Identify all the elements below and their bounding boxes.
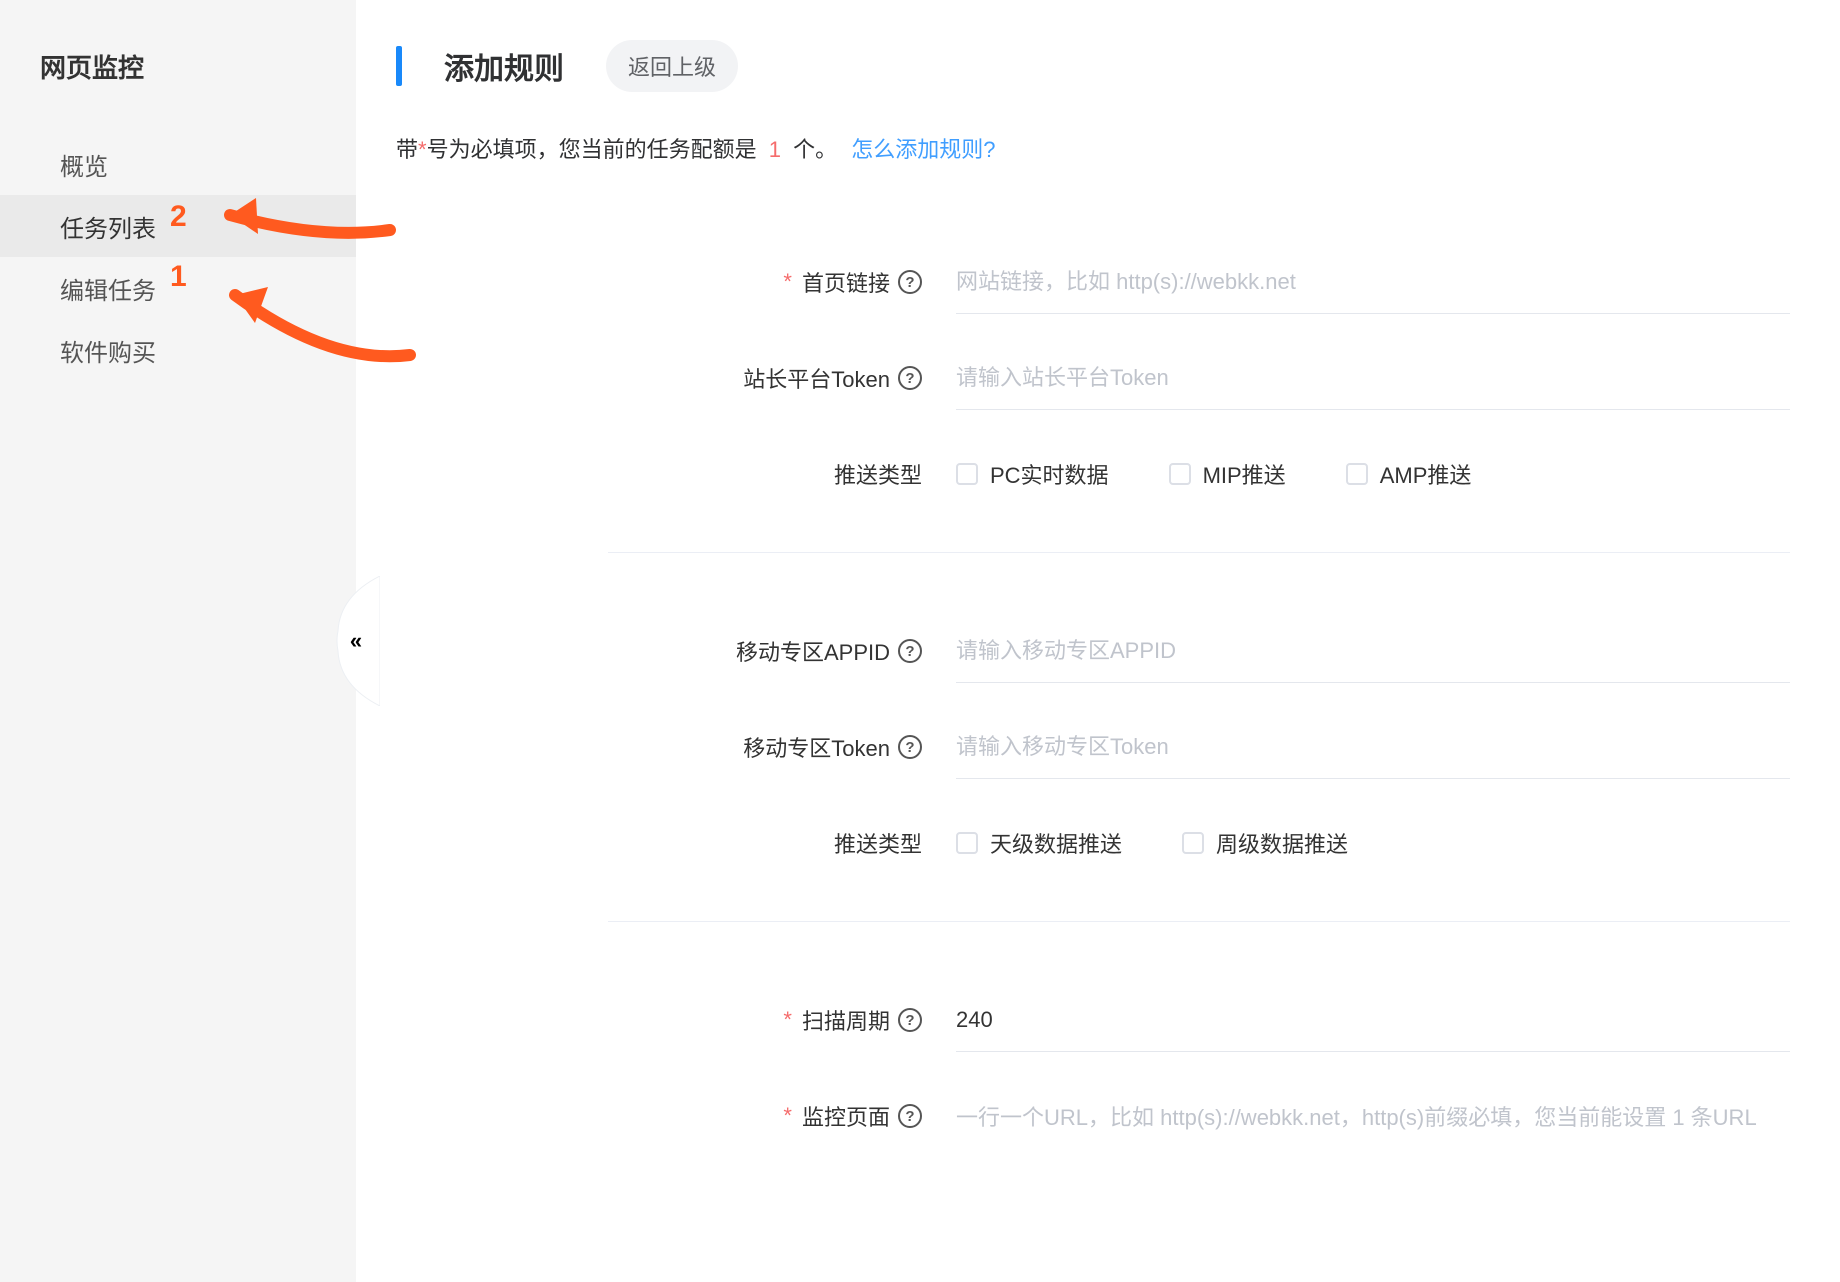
checkbox-weekly-push[interactable]: 周级数据推送 <box>1182 827 1348 859</box>
checkbox-label: PC实时数据 <box>990 458 1109 490</box>
checkbox-box-icon <box>1169 463 1191 485</box>
checkbox-box-icon <box>956 832 978 854</box>
form-row-monitor-page: * 监控页面 ? 一行一个URL，比如 http(s)://webkk.net，… <box>396 1068 1790 1164</box>
main-content: 添加规则 返回上级 带*号为必填项，您当前的任务配额是 1 个。 怎么添加规则?… <box>356 0 1840 1282</box>
help-icon[interactable]: ? <box>898 735 922 759</box>
form-row-scan-cycle: * 扫描周期 ? <box>396 972 1790 1068</box>
scan-cycle-input[interactable] <box>956 989 1790 1052</box>
checkbox-label: AMP推送 <box>1380 458 1472 490</box>
form-row-mobile-token: 移动专区Token ? <box>396 699 1790 795</box>
help-icon[interactable]: ? <box>898 1008 922 1032</box>
checkbox-daily-push[interactable]: 天级数据推送 <box>956 827 1122 859</box>
form-row-mobile-appid: 移动专区APPID ? <box>396 603 1790 699</box>
checkbox-mip-push[interactable]: MIP推送 <box>1169 458 1286 490</box>
help-icon[interactable]: ? <box>898 639 922 663</box>
checkbox-label: MIP推送 <box>1203 458 1286 490</box>
sidebar-item-label: 软件购买 <box>60 333 156 368</box>
sidebar-item-label: 编辑任务 <box>60 271 156 306</box>
annotation-arrow-2-icon <box>200 190 400 250</box>
label-homepage: * 首页链接 ? <box>396 266 956 298</box>
page-header: 添加规则 返回上级 <box>396 40 1790 92</box>
chevron-left-double-icon: « <box>350 630 362 652</box>
homepage-input[interactable] <box>956 251 1790 314</box>
help-icon[interactable]: ? <box>898 270 922 294</box>
notice-text: 带*号为必填项，您当前的任务配额是 1 个。 怎么添加规则? <box>396 132 1790 164</box>
how-to-add-rule-link[interactable]: 怎么添加规则? <box>851 137 995 162</box>
back-button[interactable]: 返回上级 <box>606 40 738 92</box>
label-push-type-2: 推送类型 <box>396 827 956 859</box>
form-row-push-type-2: 推送类型 天级数据推送 周级数据推送 <box>396 795 1790 891</box>
sidebar-item-label: 任务列表 <box>60 209 156 244</box>
form-row-push-type-1: 推送类型 PC实时数据 MIP推送 A <box>396 426 1790 522</box>
label-scan-cycle: * 扫描周期 ? <box>396 1004 956 1036</box>
page-title: 添加规则 <box>444 44 564 88</box>
checkbox-amp-push[interactable]: AMP推送 <box>1346 458 1472 490</box>
annotation-arrow-1-icon <box>200 265 420 375</box>
sidebar-title: 网页监控 <box>0 0 356 133</box>
site-token-input[interactable] <box>956 347 1790 410</box>
sidebar-collapse-handle[interactable]: « <box>332 576 380 706</box>
title-accent-bar <box>396 46 402 86</box>
checkbox-box-icon <box>1182 832 1204 854</box>
rule-form: * 首页链接 ? 站长平台Token ? 推送类型 <box>396 234 1790 1164</box>
back-button-label: 返回上级 <box>628 55 716 80</box>
mobile-token-input[interactable] <box>956 716 1790 779</box>
checkbox-label: 天级数据推送 <box>990 827 1122 859</box>
form-row-homepage: * 首页链接 ? <box>396 234 1790 330</box>
label-site-token: 站长平台Token ? <box>396 362 956 394</box>
section-divider <box>608 921 1790 922</box>
checkbox-label: 周级数据推送 <box>1216 827 1348 859</box>
label-mobile-appid: 移动专区APPID ? <box>396 635 956 667</box>
form-row-site-token: 站长平台Token ? <box>396 330 1790 426</box>
help-icon[interactable]: ? <box>898 1104 922 1128</box>
sidebar-item-overview[interactable]: 概览 <box>0 133 356 195</box>
section-divider <box>608 552 1790 553</box>
sidebar: 网页监控 概览 任务列表 编辑任务 软件购买 2 1 <box>0 0 356 1282</box>
label-monitor-page: * 监控页面 ? <box>396 1100 956 1132</box>
label-mobile-token: 移动专区Token ? <box>396 731 956 763</box>
label-push-type-1: 推送类型 <box>396 458 956 490</box>
checkbox-box-icon <box>956 463 978 485</box>
sidebar-item-label: 概览 <box>60 147 108 182</box>
monitor-page-input[interactable]: 一行一个URL，比如 http(s)://webkk.net，http(s)前缀… <box>956 1082 1790 1150</box>
checkbox-box-icon <box>1346 463 1368 485</box>
checkbox-pc-realtime[interactable]: PC实时数据 <box>956 458 1109 490</box>
help-icon[interactable]: ? <box>898 366 922 390</box>
mobile-appid-input[interactable] <box>956 620 1790 683</box>
